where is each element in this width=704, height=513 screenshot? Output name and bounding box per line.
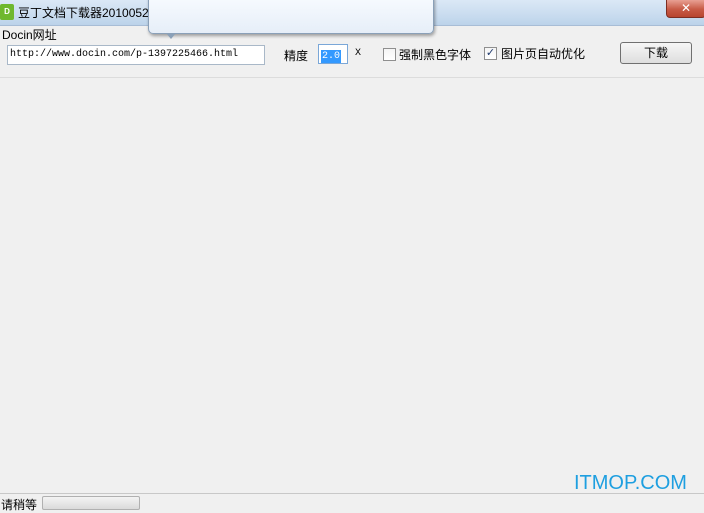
download-button[interactable]: 下载 — [620, 42, 692, 64]
separator — [0, 77, 704, 78]
app-icon: D — [0, 4, 14, 20]
force-black-checkbox[interactable] — [383, 48, 396, 61]
window-title: 豆丁文档下载器20100529 — [18, 6, 156, 20]
precision-input[interactable]: 2.0 — [318, 44, 348, 64]
url-label: Docin网址 — [2, 28, 57, 42]
precision-unit: X — [355, 48, 362, 59]
status-text: 请稍等 — [1, 498, 38, 512]
auto-optimize-checkbox[interactable]: ✓ — [484, 47, 497, 60]
precision-label: 精度 — [284, 49, 309, 63]
status-bar: 请稍等 — [0, 493, 704, 512]
progress-bar — [42, 496, 140, 510]
auto-optimize-label[interactable]: 图片页自动优化 — [501, 45, 585, 62]
force-black-label[interactable]: 强制黑色字体 — [399, 46, 471, 63]
close-button[interactable]: ✕ — [666, 0, 704, 18]
watermark: ITMOP.COM — [574, 472, 687, 494]
tooltip-balloon — [148, 0, 434, 34]
tooltip-tail — [166, 33, 176, 39]
precision-value: 2.0 — [321, 50, 342, 63]
url-input[interactable]: http://www.docin.com/p-1397225466.html — [7, 45, 265, 65]
